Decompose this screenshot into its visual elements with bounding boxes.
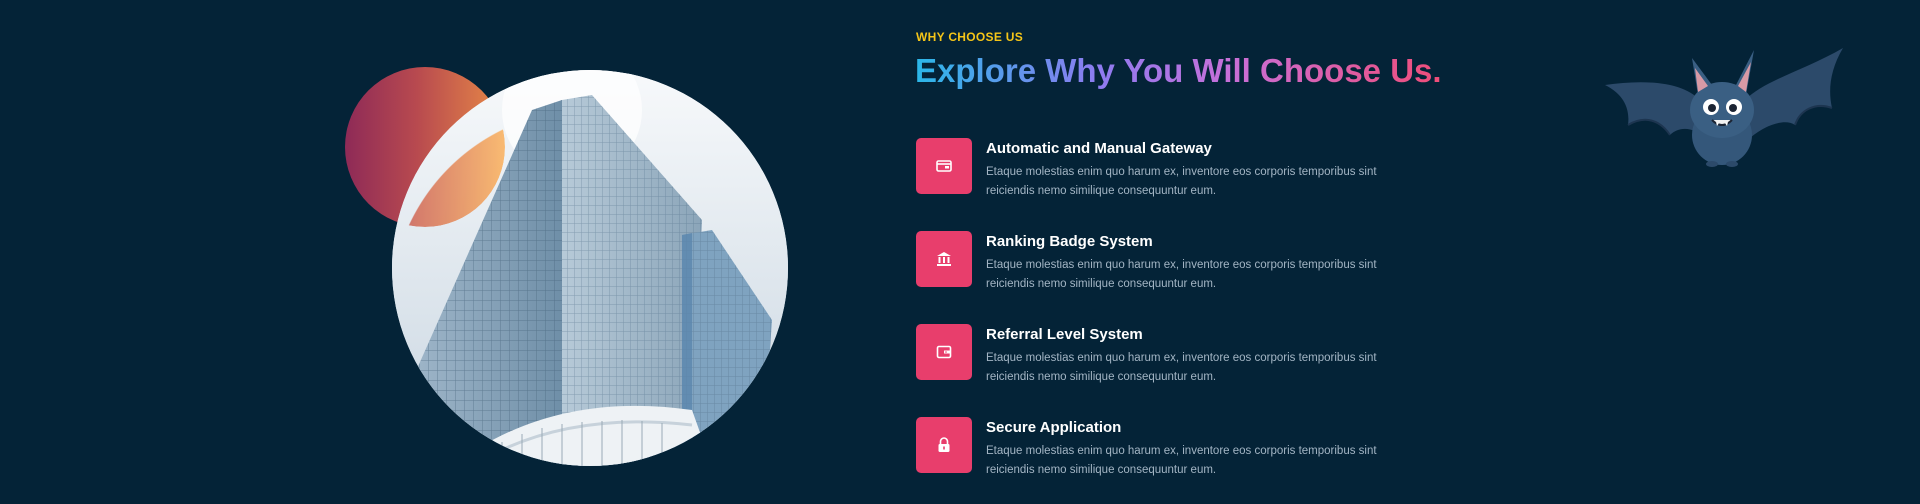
feature-title: Secure Application xyxy=(986,419,1122,436)
feature-title: Ranking Badge System xyxy=(986,233,1153,250)
decorative-orb-overlay xyxy=(345,67,505,227)
feature-item: Secure Application Etaque molestias enim… xyxy=(916,417,1436,477)
feature-title: Automatic and Manual Gateway xyxy=(986,140,1212,157)
feature-description: Etaque molestias enim quo harum ex, inve… xyxy=(986,259,1377,290)
wallet-alt-icon xyxy=(916,324,972,380)
section-headline: Explore Why You Will Choose Us. xyxy=(915,52,1442,89)
feature-item: Referral Level System Etaque molestias e… xyxy=(916,324,1436,384)
bank-icon xyxy=(916,231,972,287)
wallet-icon xyxy=(916,138,972,194)
feature-title: Referral Level System xyxy=(986,326,1143,343)
feature-item: Ranking Badge System Etaque molestias en… xyxy=(916,231,1436,291)
lock-icon xyxy=(916,417,972,473)
section-kicker: WHY CHOOSE US xyxy=(916,30,1024,44)
feature-description: Etaque molestias enim quo harum ex, inve… xyxy=(986,352,1377,383)
feature-item: Automatic and Manual Gateway Etaque mole… xyxy=(916,138,1436,198)
bat-mascot-icon xyxy=(1605,48,1843,167)
feature-description: Etaque molestias enim quo harum ex, inve… xyxy=(986,445,1377,476)
feature-description: Etaque molestias enim quo harum ex, inve… xyxy=(986,166,1377,197)
